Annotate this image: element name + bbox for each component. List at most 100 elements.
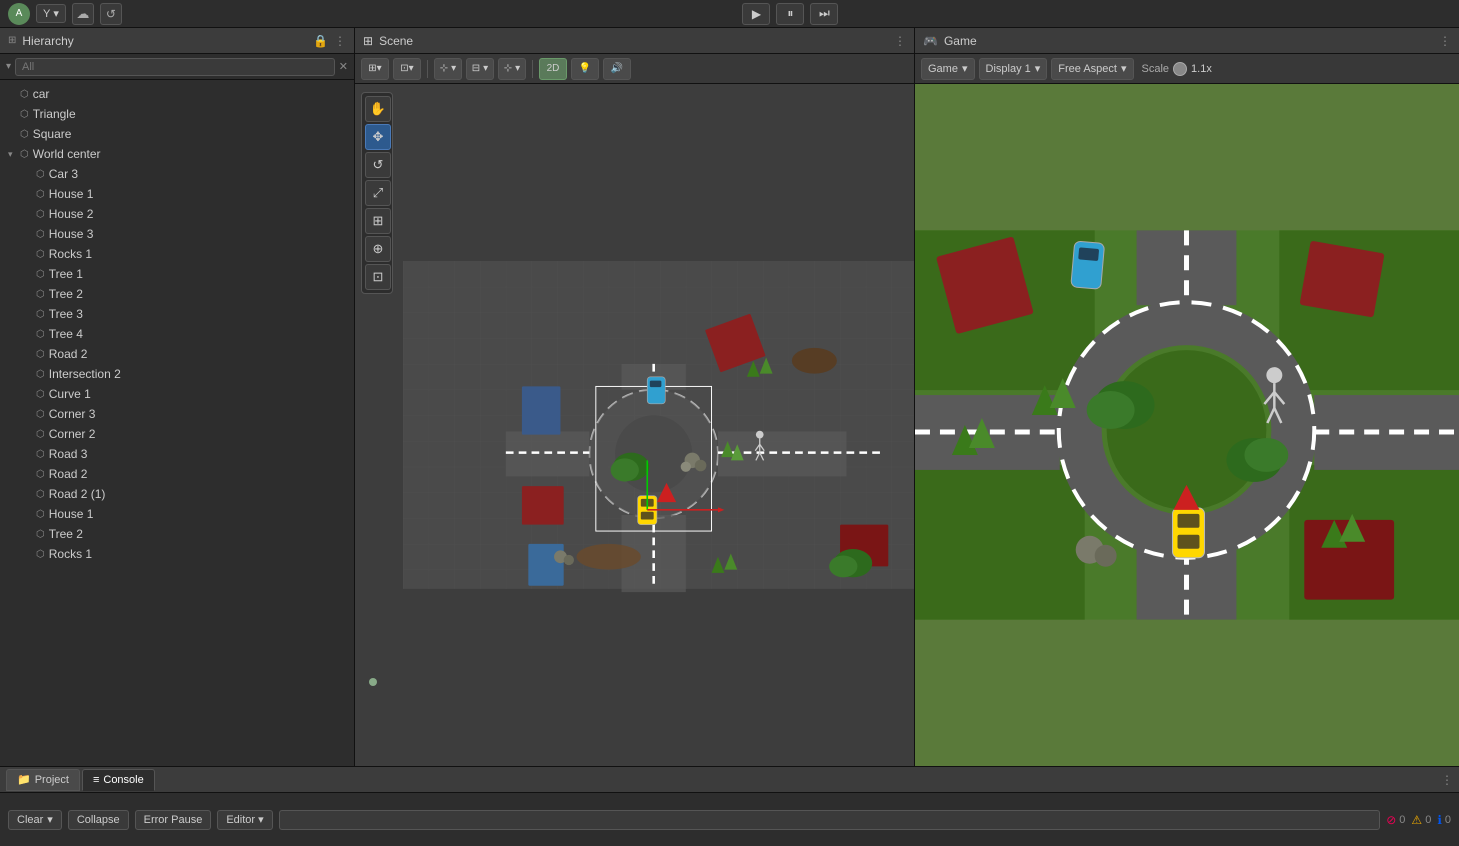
error-pause-button[interactable]: Error Pause [135,810,212,830]
hierarchy-item-tree2b[interactable]: ⬡Tree 2 [0,524,354,544]
pause-button[interactable]: ⏸ [776,3,804,25]
warn-count-badge[interactable]: ⚠ 0 [1411,813,1431,827]
hierarchy-item-square[interactable]: ⬡Square [0,124,354,144]
toolbar-2d-button[interactable]: 2D [539,58,567,80]
toolbar-light-button[interactable]: 💡 [571,58,599,80]
hierarchy-item-rocks1[interactable]: ⬡Rocks 1 [0,244,354,264]
error-count-badge[interactable]: ⊘ 0 [1386,813,1405,827]
hierarchy-item-label-corner2: Corner 2 [49,427,96,441]
bottom-content: Clear ▾ Collapse Error Pause Editor ▾ ⊘ … [0,793,1459,846]
scene-viewport [403,84,914,766]
hierarchy-item-label-road3: Road 3 [49,447,88,461]
grid-dropdown-icon: ▾ [451,63,456,74]
toolbar-pivot-button[interactable]: ⊡▾ [393,58,421,80]
obj-icon-intersection2: ⬡ [36,369,45,380]
hierarchy-item-road2a[interactable]: ⬡Road 2 [0,344,354,364]
hierarchy-item-label-rocks1: Rocks 1 [49,247,92,261]
hierarchy-item-label-tree1: Tree 1 [49,267,83,281]
hierarchy-item-house2[interactable]: ⬡House 2 [0,204,354,224]
hierarchy-item-house3[interactable]: ⬡House 3 [0,224,354,244]
tab-project[interactable]: 📁 Project [6,769,80,791]
hierarchy-lock-button[interactable]: 🔒 [313,34,328,48]
hierarchy-search-input[interactable] [15,58,335,76]
hierarchy-item-tree2[interactable]: ⬡Tree 2 [0,284,354,304]
2d-label: 2D [547,63,560,74]
hierarchy-item-road2_1[interactable]: ⬡Road 2 (1) [0,484,354,504]
play-button[interactable]: ▶ [742,3,770,25]
hierarchy-item-curve1[interactable]: ⬡Curve 1 [0,384,354,404]
hierarchy-menu-button[interactable]: ⋮ [334,34,346,48]
toolbar-transform-button[interactable]: ⊞▾ [361,58,389,80]
hierarchy-item-rocks1b[interactable]: ⬡Rocks 1 [0,544,354,564]
hierarchy-item-car3[interactable]: ⬡Car 3 [0,164,354,184]
scale-label: Scale [1142,63,1170,75]
tool-extra[interactable]: ⊡ [365,264,391,290]
hierarchy-item-road3[interactable]: ⬡Road 3 [0,444,354,464]
bottom-menu-button[interactable]: ⋮ [1441,773,1453,787]
tab-console[interactable]: ≡ Console [82,769,155,791]
hierarchy-item-tree3[interactable]: ⬡Tree 3 [0,304,354,324]
search-clear-button[interactable]: ✕ [339,60,348,73]
obj-icon-car3: ⬡ [36,169,45,180]
error-icon: ⊘ [1386,813,1396,827]
account-button[interactable]: A [8,3,30,25]
hierarchy-item-house1a[interactable]: ⬡House 1 [0,184,354,204]
toolbar-grid-button[interactable]: ⊹ ▾ [434,58,462,80]
display-arrow: ▾ [1035,62,1041,75]
tool-move[interactable]: ✥ [365,124,391,150]
undo-button[interactable]: ↺ [100,3,122,25]
bottom-area: 📁 Project ≡ Console ⋮ Clear ▾ Collapse E… [0,766,1459,846]
hierarchy-item-road2b[interactable]: ⬡Road 2 [0,464,354,484]
scene-menu-button[interactable]: ⋮ [894,34,906,48]
display-dropdown[interactable]: Display 1 ▾ [979,58,1048,80]
hierarchy-item-triangle[interactable]: ⬡Triangle [0,104,354,124]
editor-dropdown[interactable]: Editor ▾ [217,810,272,830]
game-menu-button[interactable]: ⋮ [1439,34,1451,48]
obj-icon-house1a: ⬡ [36,189,45,200]
step-button[interactable]: ⏭ [810,3,838,25]
clear-button[interactable]: Clear ▾ [8,810,62,830]
game-header: 🎮 Game ⋮ [915,28,1459,54]
hierarchy-item-label-curve1: Curve 1 [49,387,91,401]
hierarchy-item-intersection2[interactable]: ⬡Intersection 2 [0,364,354,384]
toolbar-view-button[interactable]: ⊹ ▾ [498,58,526,80]
console-search-input[interactable] [279,810,1381,830]
cloud-button[interactable]: ☁ [72,3,94,25]
hierarchy-item-corner2[interactable]: ⬡Corner 2 [0,424,354,444]
transform-dropdown-icon: ⊞▾ [368,63,381,74]
tool-rect[interactable]: ⊞ [365,208,391,234]
game-tab-dropdown[interactable]: Game ▾ [921,58,975,80]
tool-custom[interactable]: ⊕ [365,236,391,262]
account-dropdown[interactable]: Y ▾ [36,4,66,23]
tool-rotate[interactable]: ↺ [365,152,391,178]
aspect-dropdown[interactable]: Free Aspect ▾ [1051,58,1133,80]
hierarchy-item-world-center[interactable]: ▾⬡World center [0,144,354,164]
view-icon: ⊹ [504,63,512,74]
game-canvas [915,84,1459,766]
scale-value: 1.1x [1191,63,1212,75]
hierarchy-item-car[interactable]: ⬡car [0,84,354,104]
hierarchy-item-label-house1b: House 1 [49,507,94,521]
toolbar-snap-button[interactable]: ⊟ ▾ [466,58,494,80]
hierarchy-panel: ⊞ Hierarchy 🔒 ⋮ ▾ ✕ ⬡car⬡Triangle⬡Square… [0,28,355,766]
tool-scale[interactable]: ⤢ [365,180,391,206]
scene-canvas[interactable]: ✋ ✥ ↺ ⤢ ⊞ ⊕ ⊡ [355,84,914,766]
toolbar-audio-button[interactable]: 🔊 [603,58,631,80]
info-count-badge[interactable]: ℹ 0 [1437,813,1451,827]
obj-icon-tree4: ⬡ [36,329,45,340]
scale-slider[interactable] [1173,62,1187,76]
hierarchy-item-corner3[interactable]: ⬡Corner 3 [0,404,354,424]
hierarchy-item-tree1[interactable]: ⬡ Tree 1 [0,264,354,284]
top-bar-left: A Y ▾ ☁ ↺ [8,3,122,25]
hierarchy-item-tree4[interactable]: ⬡Tree 4 [0,324,354,344]
collapse-button[interactable]: Collapse [68,810,129,830]
obj-icon-road2a: ⬡ [36,349,45,360]
search-dropdown-arrow[interactable]: ▾ [6,61,11,72]
obj-icon-tree3: ⬡ [36,309,45,320]
hierarchy-item-house1b[interactable]: ⬡House 1 [0,504,354,524]
expand-arrow-world-center: ▾ [8,149,20,160]
tool-hand[interactable]: ✋ [365,96,391,122]
hierarchy-item-label-square: Square [33,127,72,141]
hierarchy-grid-icon: ⊞ [8,35,16,46]
obj-icon-tree1: ⬡ [36,269,45,280]
